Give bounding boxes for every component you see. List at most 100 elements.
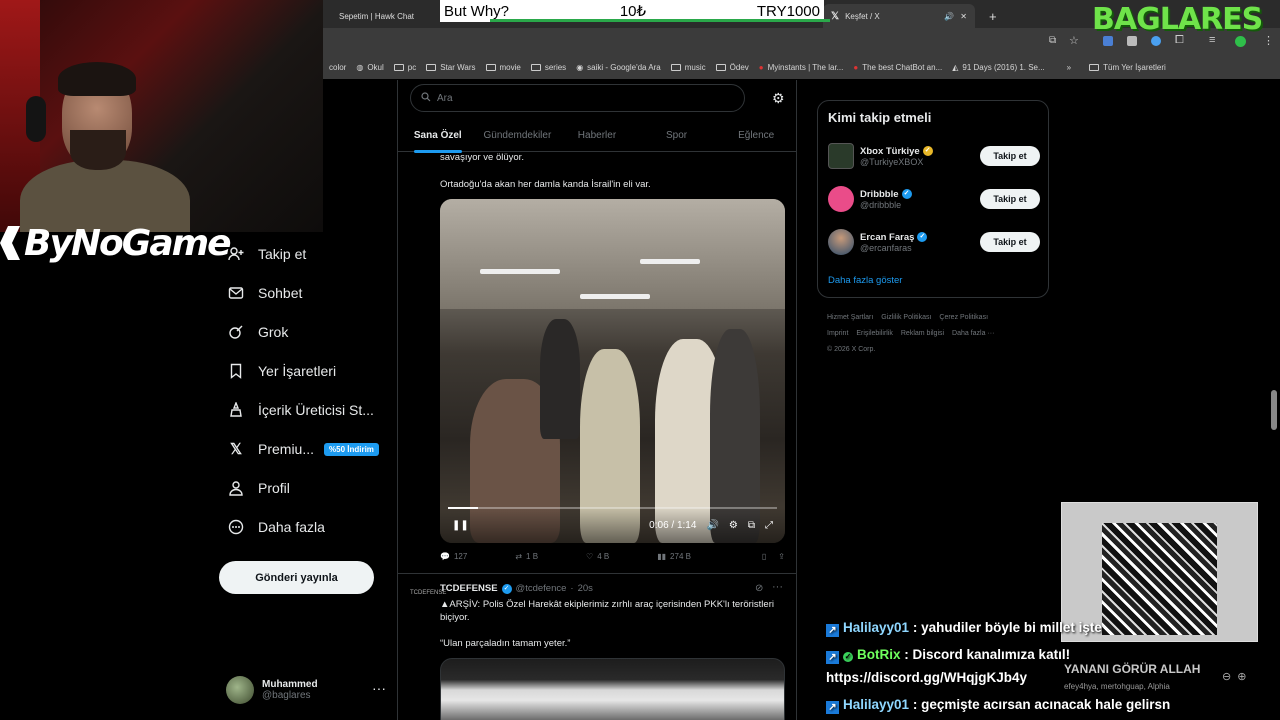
globe-icon: ◍	[356, 62, 364, 72]
avatar[interactable]: TCDEFENSE	[410, 586, 446, 600]
footer-link[interactable]: Erişilebilirlik	[856, 330, 893, 337]
bookmark-item[interactable]: ◍ Okul	[356, 63, 383, 72]
footer-link[interactable]: Daha fazla ···	[952, 330, 994, 337]
sidebar-item-creator-studio[interactable]: İçerik Üreticisi St...	[228, 402, 374, 418]
footer-link[interactable]: Reklam bilgisi	[901, 330, 944, 337]
sidebar-item-follow[interactable]: Takip et	[228, 246, 306, 262]
menu-dots-icon[interactable]: ⋮	[1263, 34, 1274, 47]
divider	[398, 573, 796, 574]
bookmark-item[interactable]: ● Myinstants | The lar...	[759, 63, 844, 72]
follow-suggestion: Xbox Türkiye ✓ @TurkiyeXBOX Takip et	[828, 141, 1040, 171]
repost-count: 1 B	[526, 552, 539, 561]
bookmark-item[interactable]: movie	[485, 63, 521, 72]
footer-link[interactable]: Imprint	[827, 330, 848, 337]
share-icon: ⇪	[778, 552, 785, 561]
folder-icon	[715, 63, 726, 71]
bookmark-item[interactable]: series	[530, 63, 566, 72]
star-icon[interactable]: ☆	[1069, 34, 1079, 47]
suggestion-name[interactable]: Xbox Türkiye	[860, 146, 920, 157]
post-text: savaşıyor ve ölüyor.	[440, 152, 524, 163]
post-author-name[interactable]: TCDEFENSE	[440, 583, 498, 594]
all-bookmarks-button[interactable]: Tüm Yer İşaretleri	[1089, 63, 1166, 72]
post-more-icon[interactable]: ···	[772, 581, 783, 593]
profile-avatar-icon[interactable]	[1235, 36, 1246, 47]
close-tab-icon[interactable]: ✕	[960, 12, 967, 21]
volume-icon[interactable]: 🔊	[706, 520, 718, 531]
sidebar-item-grok[interactable]: Grok	[228, 324, 288, 340]
grok-icon	[228, 324, 244, 340]
browser-tab-explore[interactable]: 𝕏 Keşfet / X 🔊 ✕	[823, 4, 975, 28]
extension-icon[interactable]	[1103, 36, 1113, 46]
bookmark-item[interactable]: music	[670, 63, 706, 72]
bookmark-item[interactable]: ◭ 91 Days (2016) 1. Se...	[952, 63, 1044, 72]
post-time[interactable]: 20s	[578, 583, 593, 594]
views-button[interactable]: ▮▮ 274 B	[657, 552, 691, 561]
footer-link[interactable]: Gizlilik Politikası	[881, 314, 931, 321]
tab-trending[interactable]: Gündemdekiler	[478, 123, 558, 149]
extension-icon[interactable]	[1151, 36, 1161, 46]
video-player[interactable]	[440, 658, 785, 720]
bookmark-item[interactable]: Star Wars	[426, 63, 476, 72]
bookmark-item[interactable]: Ödev	[715, 63, 749, 72]
chat-message: ↗ ✓ BotRix : Discord kanalımıza katıl!	[826, 647, 1070, 664]
bookmark-button[interactable]: ▯	[762, 552, 766, 561]
tab-for-you[interactable]: Sana Özel	[398, 123, 478, 149]
follow-button[interactable]: Takip et	[980, 232, 1040, 252]
avatar[interactable]	[828, 143, 854, 169]
repost-button[interactable]: ⇄ 1 B	[515, 552, 538, 561]
sidebar-item-chat[interactable]: Sohbet	[228, 285, 302, 301]
grok-icon[interactable]: ⊘	[755, 583, 763, 594]
share-button[interactable]: ⇪	[778, 552, 785, 561]
scrollbar[interactable]	[1271, 390, 1277, 430]
chat-text: : geçmişte acırsan acınacak hale gelirsn	[912, 697, 1171, 712]
bookmark-item[interactable]: color	[329, 63, 346, 72]
fullscreen-icon[interactable]: ⤢	[765, 520, 773, 531]
bookmark-item[interactable]: ● The best ChatBot an...	[853, 63, 942, 72]
alert-title: YANANI GÖRÜR ALLAH	[1064, 662, 1201, 676]
gear-icon[interactable]: ⚙	[772, 90, 785, 107]
footer-link[interactable]: Hizmet Şartları	[827, 314, 873, 321]
show-more-link[interactable]: Daha fazla göster	[828, 275, 902, 286]
bookmark-item[interactable]: ◉ saiki - Google'da Ara	[576, 63, 661, 72]
new-tab-button[interactable]: +	[981, 4, 1005, 28]
sidebar-item-bookmarks[interactable]: Yer İşaretleri	[228, 363, 336, 379]
minus-icon[interactable]: ⊖	[1222, 670, 1231, 683]
extension-icon[interactable]	[1127, 36, 1137, 46]
sidebar-item-premium[interactable]: 𝕏 Premiu... %50 İndirim	[228, 441, 379, 458]
avatar[interactable]	[828, 229, 854, 255]
donation-goal: TRY1000	[756, 2, 820, 20]
alert-names: efey4hya, mertohguap, Alphia	[1064, 682, 1170, 691]
tab-sports[interactable]: Spor	[637, 123, 717, 149]
post-button[interactable]: Gönderi yayınla	[219, 561, 374, 594]
follow-button[interactable]: Takip et	[980, 189, 1040, 209]
views-count: 274 B	[670, 552, 691, 561]
sidebar-item-profile[interactable]: Profil	[228, 480, 290, 496]
reply-button[interactable]: 💬 127	[440, 552, 467, 561]
post-author-handle[interactable]: @tcdefence	[516, 583, 567, 594]
like-button[interactable]: ♡ 4 B	[586, 552, 609, 561]
follow-button[interactable]: Takip et	[980, 146, 1040, 166]
avatar[interactable]	[828, 186, 854, 212]
pause-icon[interactable]: ❚❚	[452, 520, 469, 531]
tab-news[interactable]: Haberler	[557, 123, 637, 149]
tab-entertainment[interactable]: Eğlence	[716, 123, 796, 149]
search-input[interactable]: Ara	[410, 84, 745, 112]
suggestion-name[interactable]: Ercan Faraş	[860, 232, 914, 243]
suggestion-name[interactable]: Dribbble	[860, 189, 899, 200]
install-icon[interactable]: ⧉	[1049, 35, 1056, 46]
account-more-icon[interactable]: ···	[372, 680, 386, 696]
plus-icon[interactable]: ⊕	[1237, 670, 1246, 683]
sidebar-item-more[interactable]: Daha fazla	[228, 519, 325, 535]
sidebar-item-label: Grok	[258, 324, 289, 340]
pip-icon[interactable]: ⧉	[748, 520, 755, 531]
account-switcher[interactable]: Muhammed @baglares ···	[226, 674, 386, 706]
copyright: © 2026 X Corp.	[827, 346, 876, 353]
gear-icon[interactable]: ⚙	[729, 520, 738, 531]
alert-controls: ⊖ ⊕	[1222, 670, 1246, 683]
footer-link[interactable]: Çerez Politikası	[939, 314, 988, 321]
speaker-icon[interactable]: 🔊	[944, 12, 954, 21]
browser-tab-hawk[interactable]: Sepetim | Hawk Chat	[331, 4, 451, 28]
bookmark-item[interactable]: pc	[393, 63, 416, 72]
bookmarks-overflow-button[interactable]: »	[1067, 63, 1071, 72]
video-player[interactable]: ❚❚ 0:06 / 1:14 🔊 ⚙ ⧉ ⤢	[440, 199, 785, 543]
